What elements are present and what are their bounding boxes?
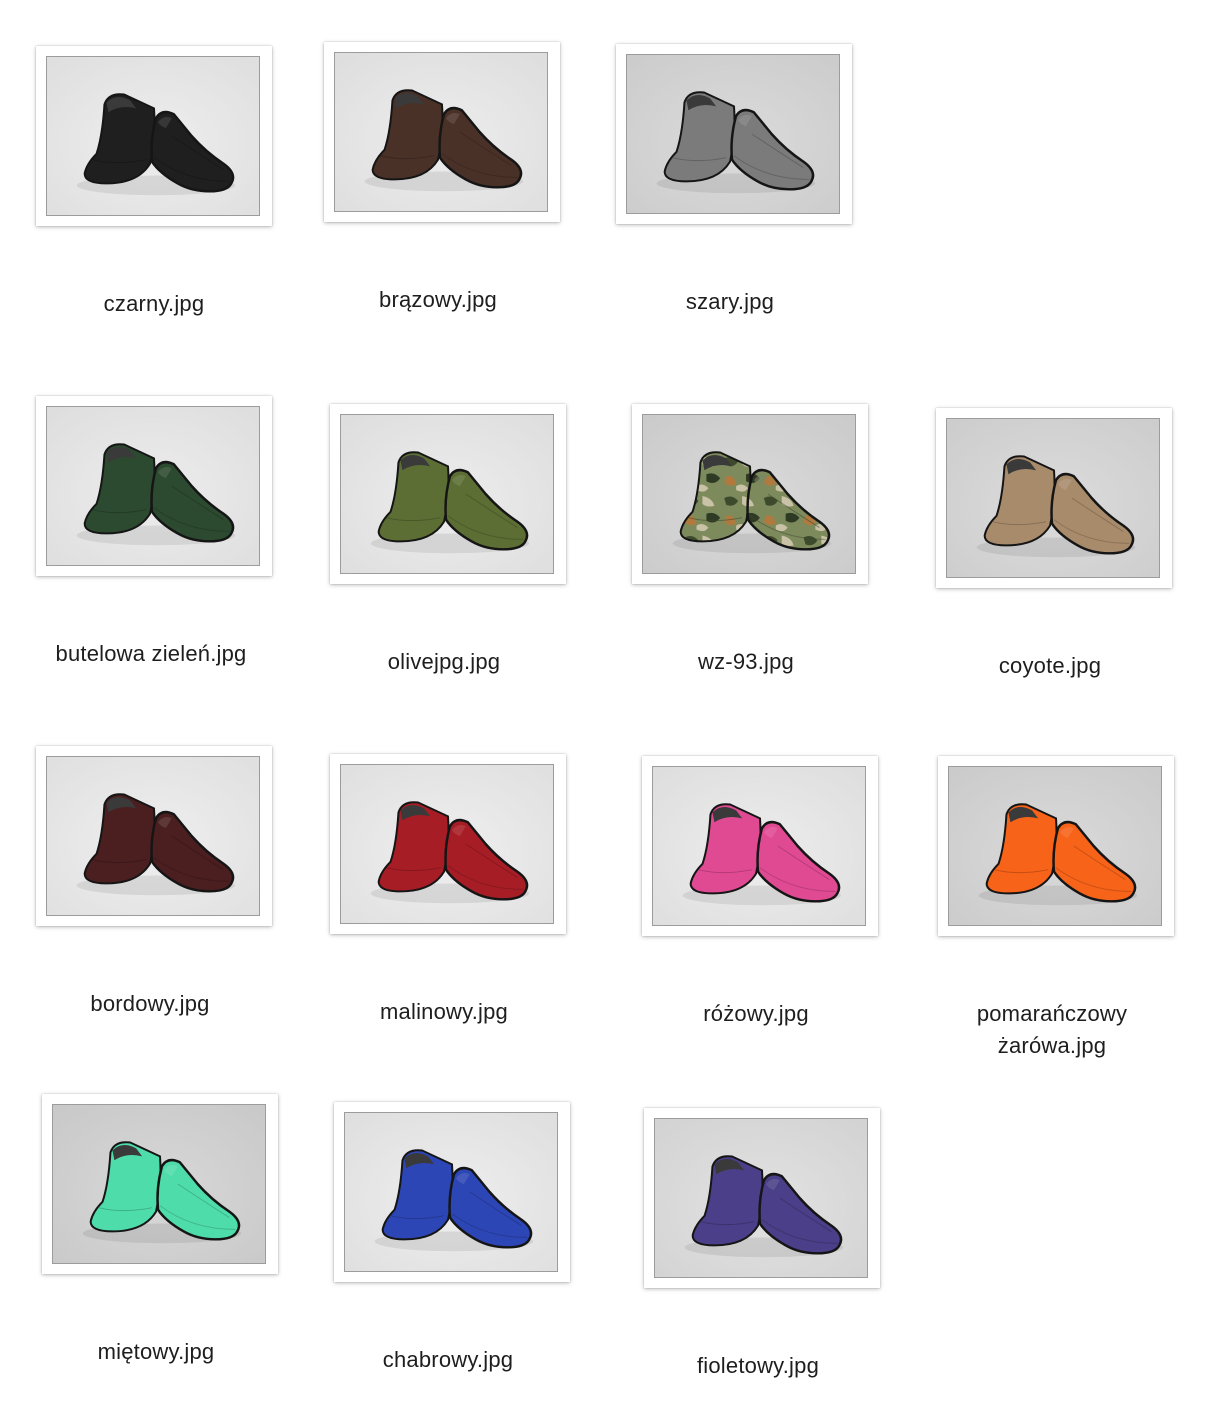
file-name-label[interactable]: butelowa zieleń.jpg xyxy=(31,638,271,670)
file-thumbnail[interactable] xyxy=(616,44,852,224)
file-name-label[interactable]: miętowy.jpg xyxy=(36,1336,276,1368)
file-name-label[interactable]: chabrowy.jpg xyxy=(328,1344,568,1376)
slipper-photo xyxy=(948,766,1162,926)
slipper-photo xyxy=(46,406,260,566)
file-thumbnail[interactable] xyxy=(42,1094,278,1274)
file-name-label[interactable]: olivejpg.jpg xyxy=(324,646,564,678)
slipper-photo xyxy=(626,54,840,214)
file-thumbnail[interactable] xyxy=(334,1102,570,1282)
file-name-label[interactable]: coyote.jpg xyxy=(930,650,1170,682)
file-thumbnail[interactable] xyxy=(36,396,272,576)
file-item[interactable]: fioletowy.jpg xyxy=(0,0,880,1378)
file-name-label[interactable]: szary.jpg xyxy=(610,286,850,318)
slipper-photo xyxy=(946,418,1160,578)
slipper-photo xyxy=(340,414,554,574)
file-thumbnail[interactable] xyxy=(324,42,560,222)
file-thumbnail[interactable] xyxy=(330,754,566,934)
slipper-photo xyxy=(642,414,856,574)
file-thumbnail[interactable] xyxy=(330,404,566,584)
file-thumbnail[interactable] xyxy=(632,404,868,584)
slipper-photo xyxy=(46,756,260,916)
slipper-photo xyxy=(344,1112,558,1272)
file-name-label[interactable]: malinowy.jpg xyxy=(324,996,564,1028)
slipper-photo xyxy=(652,766,866,926)
slipper-photo xyxy=(340,764,554,924)
file-thumbnail[interactable] xyxy=(936,408,1172,588)
slipper-photo xyxy=(334,52,548,212)
file-thumbnail[interactable] xyxy=(938,756,1174,936)
file-name-label[interactable]: różowy.jpg xyxy=(636,998,876,1030)
file-grid: czarny.jpg brązowy.jpg szary.jpg butelow… xyxy=(0,0,1224,1416)
file-thumbnail[interactable] xyxy=(36,746,272,926)
file-thumbnail[interactable] xyxy=(644,1108,880,1288)
file-name-label[interactable]: pomarańczowy żarówa.jpg xyxy=(932,998,1172,1062)
file-name-label[interactable]: wz-93.jpg xyxy=(626,646,866,678)
slipper-photo xyxy=(52,1104,266,1264)
file-name-label[interactable]: fioletowy.jpg xyxy=(638,1350,878,1382)
file-name-label[interactable]: bordowy.jpg xyxy=(30,988,270,1020)
slipper-photo xyxy=(654,1118,868,1278)
file-name-label[interactable]: brązowy.jpg xyxy=(318,284,558,316)
file-thumbnail[interactable] xyxy=(642,756,878,936)
